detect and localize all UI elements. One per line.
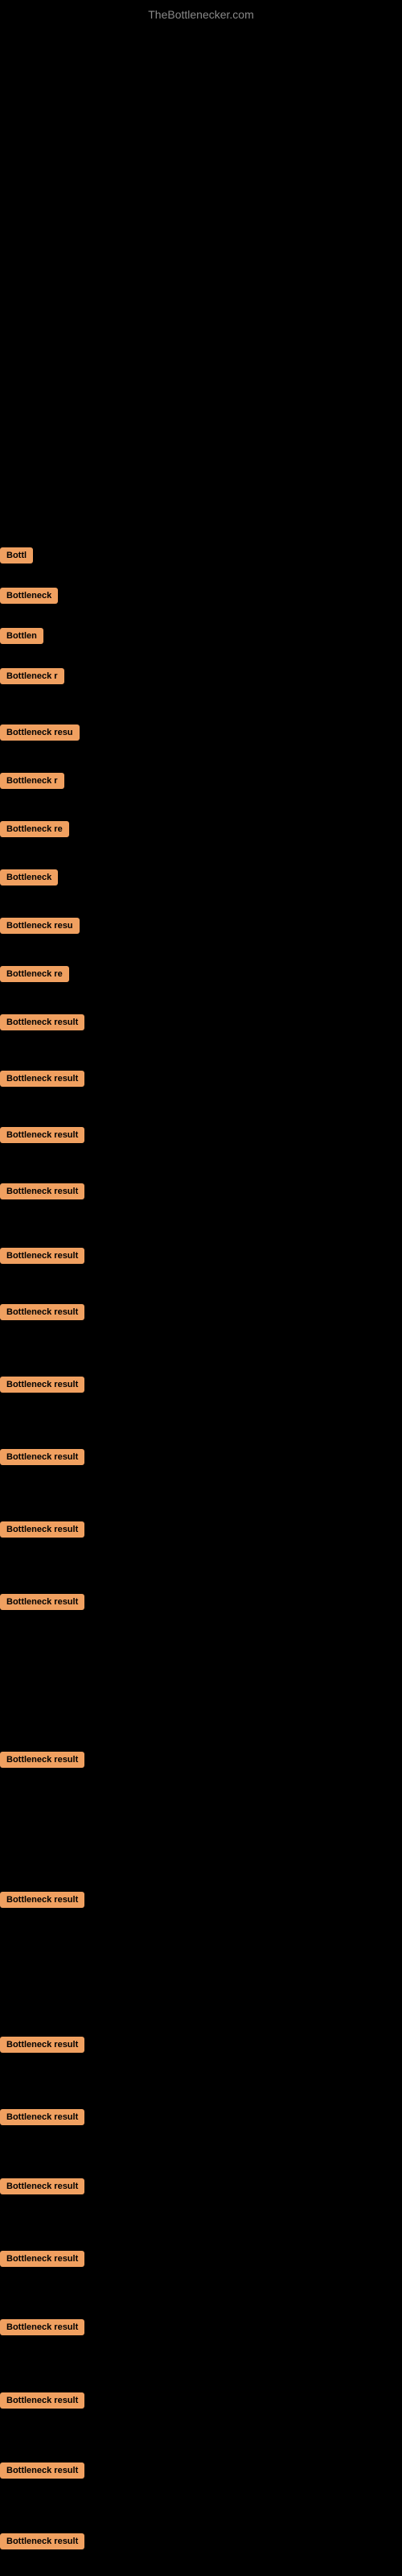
bottleneck-badge-label: Bottleneck result bbox=[0, 1304, 84, 1320]
bottleneck-badge-29[interactable]: Bottleneck result bbox=[0, 2462, 84, 2483]
bottleneck-badge-17[interactable]: Bottleneck result bbox=[0, 1377, 84, 1397]
bottleneck-badge-11[interactable]: Bottleneck result bbox=[0, 1014, 84, 1034]
bottleneck-badge-label: Bottleneck bbox=[0, 869, 58, 886]
bottleneck-badge-23[interactable]: Bottleneck result bbox=[0, 2037, 84, 2057]
bottleneck-badge-label: Bottleneck result bbox=[0, 2109, 84, 2125]
bottleneck-badge-28[interactable]: Bottleneck result bbox=[0, 2392, 84, 2413]
bottleneck-badge-label: Bottleneck result bbox=[0, 1449, 84, 1465]
bottleneck-badge-label: Bottleneck result bbox=[0, 2392, 84, 2409]
bottleneck-badge-10[interactable]: Bottleneck re bbox=[0, 966, 69, 986]
bottleneck-badge-21[interactable]: Bottleneck result bbox=[0, 1752, 84, 1772]
bottleneck-badge-30[interactable]: Bottleneck result bbox=[0, 2533, 84, 2553]
bottleneck-badge-label: Bottleneck result bbox=[0, 1521, 84, 1538]
bottleneck-badge-8[interactable]: Bottleneck bbox=[0, 869, 58, 890]
bottleneck-badge-22[interactable]: Bottleneck result bbox=[0, 1892, 84, 1912]
bottleneck-badge-label: Bottleneck resu bbox=[0, 918, 80, 934]
bottleneck-badge-label: Bottleneck bbox=[0, 588, 58, 604]
bottleneck-badge-label: Bottleneck result bbox=[0, 1594, 84, 1610]
bottleneck-badge-1[interactable]: Bottl bbox=[0, 547, 33, 568]
site-title: TheBottlenecker.com bbox=[0, 0, 402, 25]
bottleneck-badge-3[interactable]: Bottlen bbox=[0, 628, 43, 648]
bottleneck-badge-20[interactable]: Bottleneck result bbox=[0, 1594, 84, 1614]
bottleneck-badge-label: Bottleneck result bbox=[0, 2533, 84, 2549]
bottleneck-badge-label: Bottleneck result bbox=[0, 2251, 84, 2267]
bottleneck-badge-label: Bottleneck result bbox=[0, 2319, 84, 2335]
bottleneck-badge-12[interactable]: Bottleneck result bbox=[0, 1071, 84, 1091]
bottleneck-badge-label: Bottleneck result bbox=[0, 1752, 84, 1768]
bottleneck-badge-label: Bottleneck result bbox=[0, 1183, 84, 1199]
bottleneck-badge-5[interactable]: Bottleneck resu bbox=[0, 724, 80, 745]
bottleneck-badge-label: Bottleneck re bbox=[0, 966, 69, 982]
bottleneck-badge-19[interactable]: Bottleneck result bbox=[0, 1521, 84, 1542]
bottleneck-badge-label: Bottleneck result bbox=[0, 1127, 84, 1143]
bottleneck-badge-label: Bottl bbox=[0, 547, 33, 564]
bottleneck-badge-label: Bottleneck result bbox=[0, 1071, 84, 1087]
bottleneck-badge-label: Bottleneck result bbox=[0, 1892, 84, 1908]
bottleneck-badge-label: Bottleneck result bbox=[0, 1014, 84, 1030]
bottleneck-badge-6[interactable]: Bottleneck r bbox=[0, 773, 64, 793]
bottleneck-badge-15[interactable]: Bottleneck result bbox=[0, 1248, 84, 1268]
bottleneck-badge-26[interactable]: Bottleneck result bbox=[0, 2251, 84, 2271]
bottleneck-badge-label: Bottleneck r bbox=[0, 668, 64, 684]
bottleneck-badge-label: Bottleneck result bbox=[0, 1248, 84, 1264]
bottleneck-badge-7[interactable]: Bottleneck re bbox=[0, 821, 69, 841]
bottleneck-badge-label: Bottleneck result bbox=[0, 2037, 84, 2053]
bottleneck-badge-4[interactable]: Bottleneck r bbox=[0, 668, 64, 688]
bottleneck-badge-13[interactable]: Bottleneck result bbox=[0, 1127, 84, 1147]
bottleneck-badge-2[interactable]: Bottleneck bbox=[0, 588, 58, 608]
bottleneck-badge-label: Bottleneck result bbox=[0, 2178, 84, 2194]
bottleneck-badge-25[interactable]: Bottleneck result bbox=[0, 2178, 84, 2198]
bottleneck-badge-27[interactable]: Bottleneck result bbox=[0, 2319, 84, 2339]
bottleneck-badge-18[interactable]: Bottleneck result bbox=[0, 1449, 84, 1469]
bottleneck-badge-label: Bottleneck r bbox=[0, 773, 64, 789]
bottleneck-badge-16[interactable]: Bottleneck result bbox=[0, 1304, 84, 1324]
bottleneck-badge-9[interactable]: Bottleneck resu bbox=[0, 918, 80, 938]
bottleneck-badge-label: Bottleneck resu bbox=[0, 724, 80, 741]
bottleneck-badge-label: Bottleneck result bbox=[0, 2462, 84, 2479]
bottleneck-badge-label: Bottleneck result bbox=[0, 1377, 84, 1393]
bottleneck-badge-label: Bottlen bbox=[0, 628, 43, 644]
bottleneck-badge-label: Bottleneck re bbox=[0, 821, 69, 837]
bottleneck-badge-24[interactable]: Bottleneck result bbox=[0, 2109, 84, 2129]
bottleneck-badge-14[interactable]: Bottleneck result bbox=[0, 1183, 84, 1203]
